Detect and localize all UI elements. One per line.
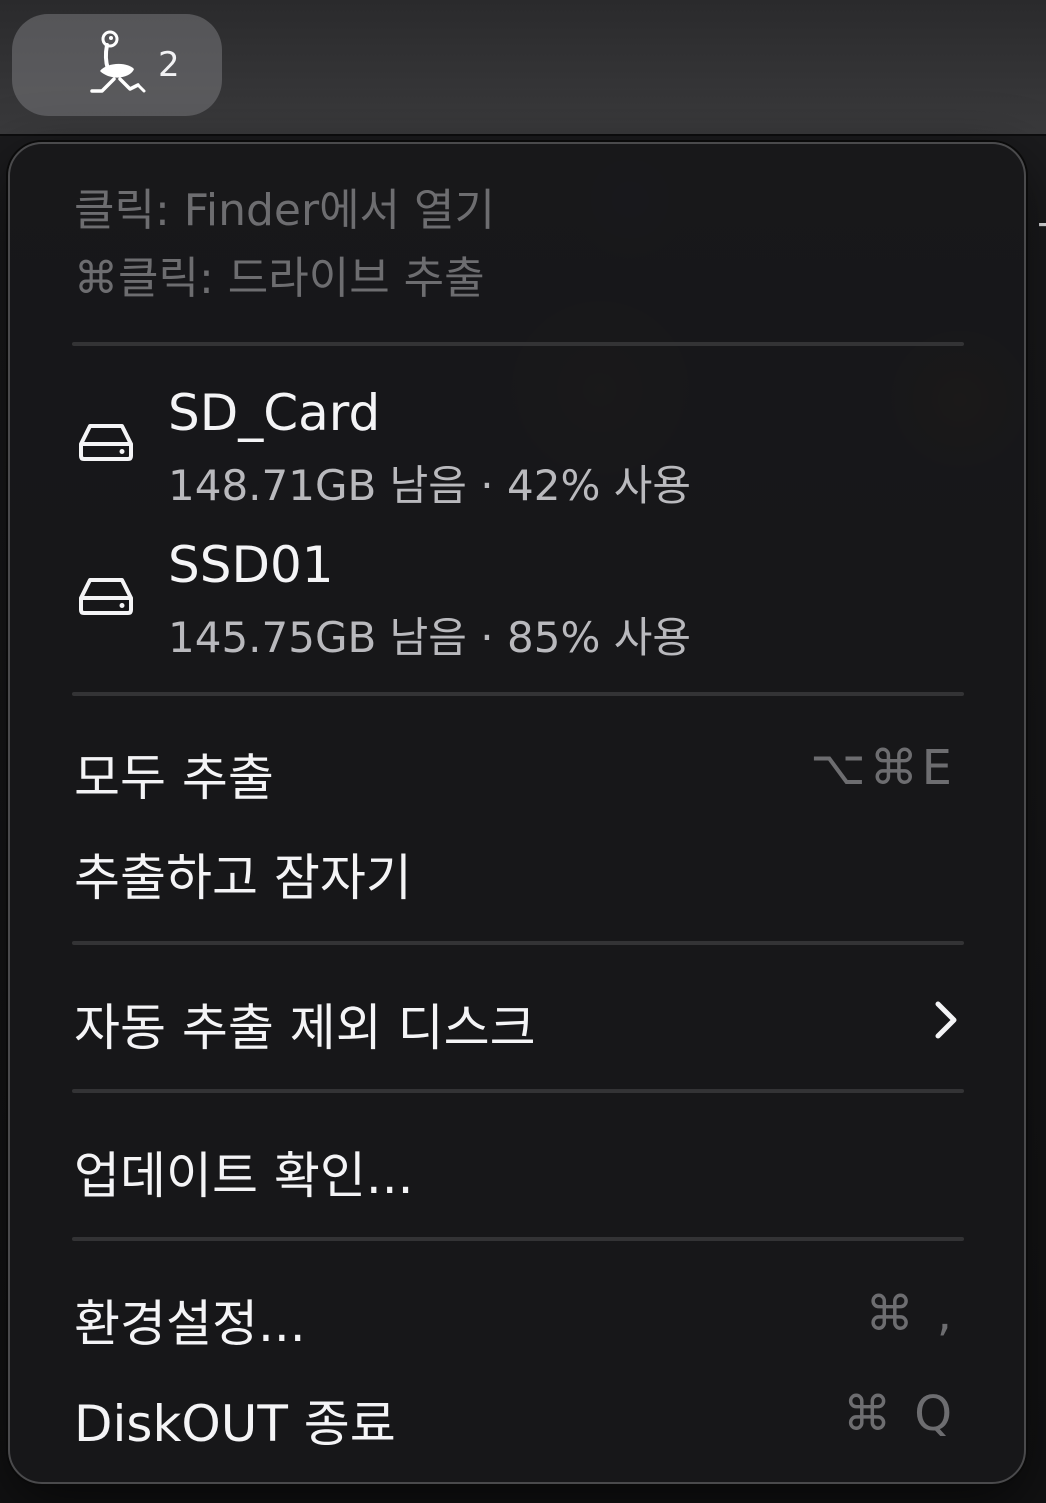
diskout-status-item[interactable]: 2 <box>12 14 222 116</box>
quit-shortcut: ⌘ Q <box>842 1386 956 1442</box>
eject-and-sleep-label: 추출하고 잠자기 <box>74 849 412 907</box>
ostrich-icon <box>90 30 146 93</box>
menu-divider <box>72 941 964 945</box>
preferences-label: 환경설정... <box>74 1295 306 1353</box>
check-updates-label: 업데이트 확인... <box>74 1147 414 1205</box>
drive-detail: 145.75GB 남음 · 85% 사용 <box>168 613 691 662</box>
status-menu: 클릭: Finder에서 열기 ⌘클릭: 드라이브 추출 SD_Card 148… <box>8 142 1026 1484</box>
preferences-shortcut: ⌘ , <box>865 1286 956 1342</box>
eject-all-label: 모두 추출 <box>74 749 274 807</box>
drive-icon <box>79 424 133 461</box>
drive-icon <box>79 578 133 615</box>
excluded-disks-label: 자동 추출 제외 디스크 <box>74 999 536 1057</box>
drive-detail: 148.71GB 남음 · 42% 사용 <box>168 461 691 510</box>
menu-divider <box>72 1237 964 1241</box>
drive-name: SSD01 <box>168 536 334 594</box>
menu-divider <box>72 1089 964 1093</box>
chevron-right-icon <box>935 1001 957 1039</box>
hint-click: 클릭: Finder에서 열기 <box>74 185 495 236</box>
status-badge-count: 2 <box>158 45 180 85</box>
quit-label: DiskOUT 종료 <box>74 1395 396 1453</box>
menu-bar: 2 <box>0 0 1046 136</box>
hint-cmd-click: ⌘클릭: 드라이브 추출 <box>74 253 485 304</box>
menu-divider <box>72 342 964 346</box>
menu-divider <box>72 692 964 696</box>
background-window-edge: ㅓ <box>1026 192 1046 256</box>
eject-all-shortcut: ⌥⌘E <box>810 740 956 796</box>
drive-name: SD_Card <box>168 384 381 442</box>
screen: 2 ㅓ 클릭: Finder에서 열기 ⌘클릭: 드라이브 추출 SD_Card… <box>0 0 1046 1503</box>
